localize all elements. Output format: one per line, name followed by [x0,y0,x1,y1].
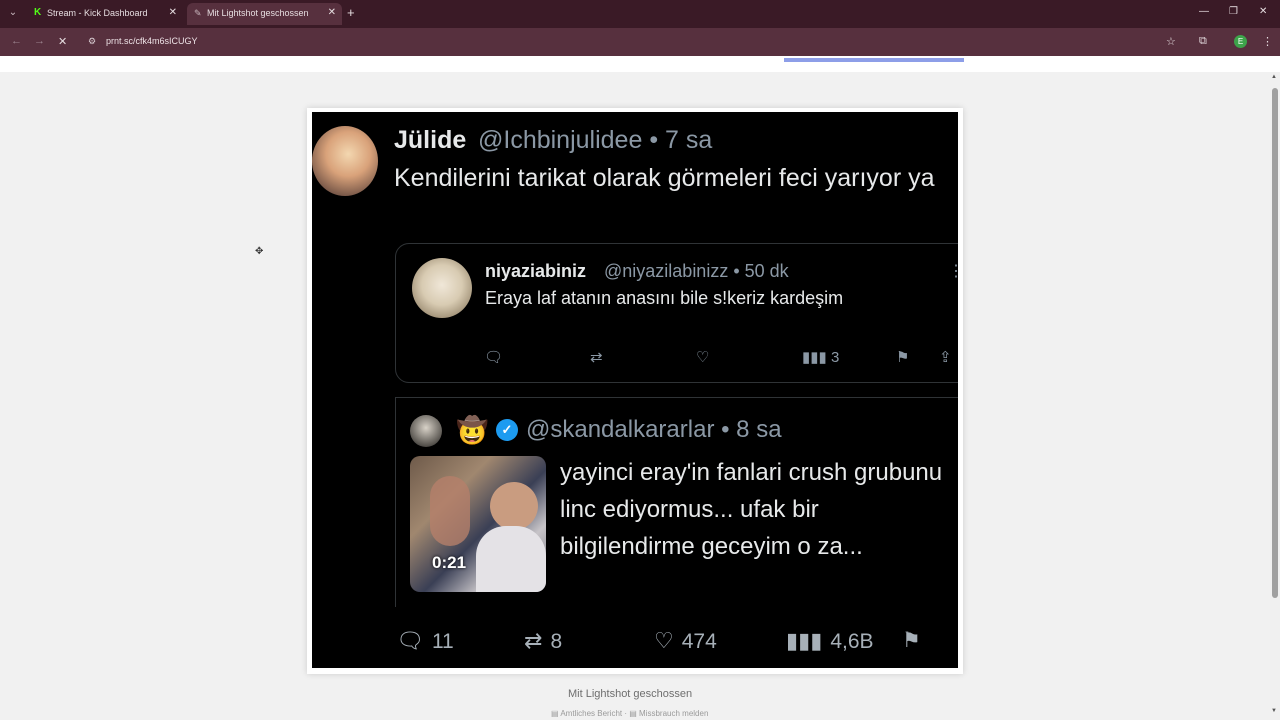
restore-icon[interactable]: ❐ [1229,6,1238,17]
scrollbar-thumb[interactable] [1272,88,1278,598]
retweet-count: 8 [550,630,563,653]
verified-badge-icon: ✓ [496,419,518,441]
tab-label: Mit Lightshot geschossen [207,8,309,18]
views-count: 4,6B [830,630,874,653]
quote2-text: yayinci eray'in fanlari crush grubunu li… [560,459,943,560]
bookmark-star-icon[interactable]: ☆ [1166,35,1176,48]
minimize-icon[interactable]: — [1199,6,1209,17]
more-icon: ⋮ [948,263,958,280]
like-count: 474 [681,630,717,653]
scroll-up-icon[interactable]: ▲ [1271,74,1277,80]
page-header-strip [0,56,1280,72]
quote2-avatar [410,415,442,447]
quoted-tweet-2: 🤠 ✓ @skandalkararlar • 8 sa 0:21 yayinci… [395,397,958,607]
scroll-down-icon[interactable]: ▼ [1271,708,1277,714]
url-text: prnt.sc/cfk4m6sICUGY [106,36,198,46]
retweet-icon: ⇄ [524,628,543,653]
tab-search-icon[interactable]: ⌄ [6,6,20,20]
profile-avatar[interactable]: E [1234,35,1247,48]
retweet-icon: ⇄ [590,349,603,366]
quote1-text: Eraya laf atanın anasını bile s!keriz ka… [485,288,844,308]
views-action: ▮▮▮ 4,6B [786,628,874,654]
quoted-tweet-1: niyaziabiniz @niyazilabinizz • 50 dk ⋮ E… [395,243,958,383]
screenshot-caption: Mit Lightshot geschossen [568,688,693,700]
tab-kick-dashboard[interactable]: K Stream - Kick Dashboard ✕ [27,3,183,25]
screenshot-image: Jülide @Ichbinjulidee • 7 sa Kendilerini… [312,112,958,668]
header-accent-bar [784,58,964,62]
video-thumbnail: 0:21 [410,456,546,592]
author-handle: @Ichbinjulidee • 7 sa [478,126,713,154]
author-name: Jülide [394,126,467,154]
like-action: ♡ 474 [654,628,717,654]
quote1-actions: 🗨 ⇄ ♡ ▮▮▮ 3 ⚑ ⇪ [484,348,958,370]
lightshot-icon: ✎ [194,8,202,18]
stop-loading-icon[interactable]: ✕ [58,35,67,48]
site-info-icon[interactable]: ⚙ [88,36,96,47]
video-duration: 0:21 [432,553,467,572]
footer-links[interactable]: ▤ Amtliches Bericht · ▤ Missbrauch melde… [551,709,708,718]
back-icon[interactable]: ← [11,35,22,47]
reply-action: 🗨 11 [396,628,454,654]
views-icon: ▮▮▮ [786,628,823,653]
close-tab-icon[interactable]: ✕ [328,7,336,19]
close-tab-icon[interactable]: ✕ [169,7,177,19]
like-icon: ♡ [654,628,674,653]
quote1-avatar [412,258,472,318]
author-avatar [312,126,378,196]
reply-icon: 🗨 [396,628,424,653]
tweet-actions: 🗨 11 ⇄ 8 ♡ 474 ▮▮▮ 4,6B ⚑ [396,628,956,658]
quote1-views: 3 [830,349,840,366]
close-window-icon[interactable]: ✕ [1259,6,1267,17]
tab-label: Stream - Kick Dashboard [47,8,148,18]
retweet-action: ⇄ 8 [524,628,562,654]
quote1-handle: @niyazilabinizz • 50 dk [604,261,789,281]
extensions-icon[interactable]: ⧉ [1199,35,1207,48]
mouse-cursor-icon: ✥ [255,246,264,257]
views-icon: ▮▮▮ 3 [802,349,840,366]
bookmark-icon: ⚑ [896,349,910,366]
bookmark-icon: ⚑ [902,629,921,652]
new-tab-button[interactable]: + [347,5,355,20]
forward-icon[interactable]: → [34,35,45,47]
browser-menu-icon[interactable]: ⋮ [1262,35,1273,48]
like-icon: ♡ [696,349,710,366]
quote2-handle: @skandalkararlar • 8 sa [526,416,782,443]
quote1-name: niyaziabiniz [485,261,587,281]
browser-toolbar: ← → ✕ ⚙ prnt.sc/cfk4m6sICUGY ☆ ⧉ ⋮ [0,28,1280,56]
share-icon: ⇪ [939,349,952,366]
tab-lightshot[interactable]: ✎ Mit Lightshot geschossen ✕ [187,3,342,25]
kick-icon: K [34,7,42,18]
reply-icon: 🗨 [484,349,504,366]
address-bar[interactable]: ⚙ prnt.sc/cfk4m6sICUGY [84,32,1184,52]
tab-bar: ⌄ K Stream - Kick Dashboard ✕ ✎ Mit Ligh… [0,0,1280,28]
tweet-text: Kendilerini tarikat olarak görmeleri fec… [394,164,935,192]
cowboy-emoji-icon: 🤠 [456,415,489,445]
reply-count: 11 [431,630,454,653]
